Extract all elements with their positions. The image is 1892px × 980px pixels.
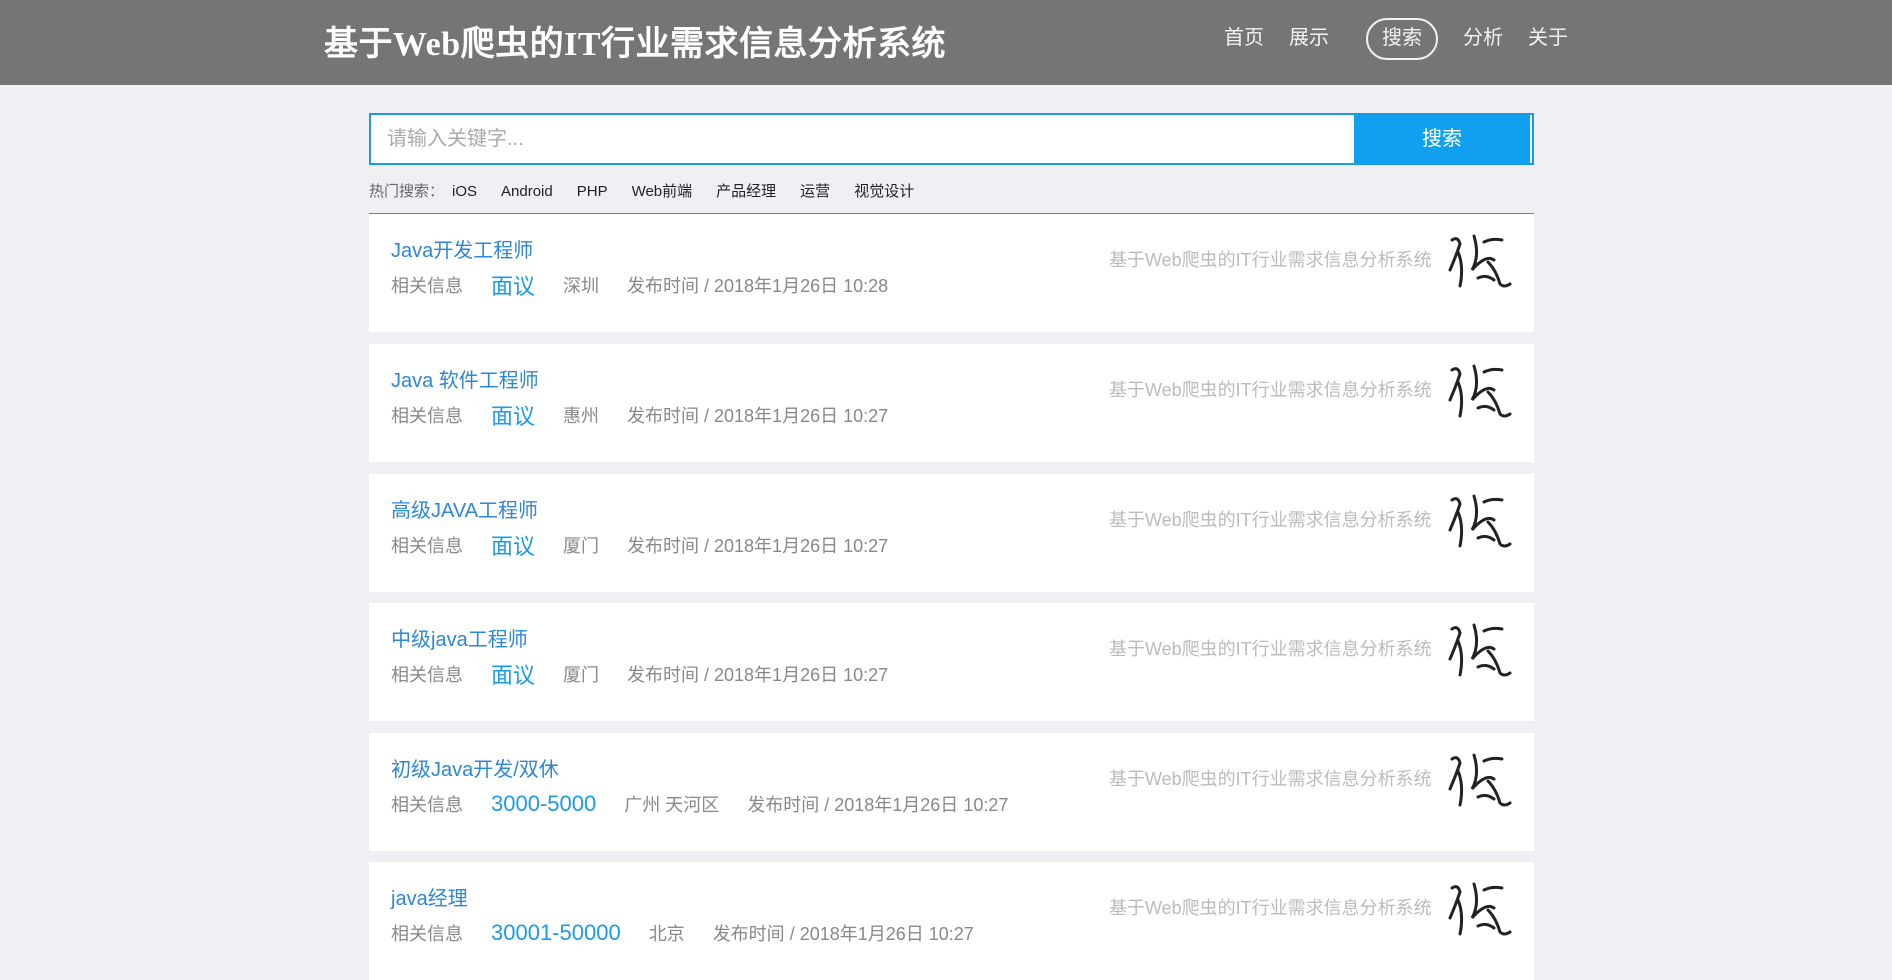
publish-date: 发布时间 / 2018年1月26日 10:27 — [627, 665, 889, 685]
nav-about[interactable]: 关于 — [1528, 19, 1568, 57]
job-card[interactable]: java经理 相关信息 30001-50000 北京 发布时间 / 2018年1… — [369, 862, 1534, 980]
salary: 面议 — [491, 534, 536, 559]
site-title[interactable]: 基于Web爬虫的IT行业需求信息分析系统 — [324, 16, 946, 65]
calligraphy-chen-logo-icon — [1448, 623, 1512, 677]
city: 深圳 — [563, 276, 600, 296]
hot-tag-php[interactable]: PHP — [577, 183, 608, 200]
search-button[interactable]: 搜索 — [1354, 115, 1530, 163]
salary: 面议 — [491, 404, 536, 429]
job-meta: 相关信息 面议 惠州 发布时间 / 2018年1月26日 10:27 — [391, 400, 888, 430]
publish-date: 发布时间 / 2018年1月26日 10:27 — [627, 536, 889, 556]
info-label: 相关信息 — [391, 924, 463, 944]
job-title-link[interactable]: Java开发工程师 — [391, 234, 533, 263]
job-card[interactable]: 中级java工程师 相关信息 面议 厦门 发布时间 / 2018年1月26日 1… — [369, 603, 1534, 721]
job-meta: 相关信息 30001-50000 北京 发布时间 / 2018年1月26日 10… — [391, 918, 974, 948]
job-meta: 相关信息 3000-5000 广州 天河区 发布时间 / 2018年1月26日 … — [391, 789, 1008, 819]
hot-searches-label: 热门搜索： — [369, 183, 445, 200]
hot-tag-web-frontend[interactable]: Web前端 — [632, 183, 693, 200]
publish-date: 发布时间 / 2018年1月26日 10:27 — [747, 795, 1009, 815]
info-label: 相关信息 — [391, 795, 463, 815]
search-input[interactable] — [371, 115, 1359, 163]
salary: 面议 — [491, 274, 536, 299]
company-name[interactable]: 基于Web爬虫的IT行业需求信息分析系统 — [1109, 765, 1432, 791]
job-title-link[interactable]: 初级Java开发/双休 — [391, 753, 559, 782]
company-name[interactable]: 基于Web爬虫的IT行业需求信息分析系统 — [1109, 246, 1432, 272]
calligraphy-chen-logo-icon — [1448, 882, 1512, 936]
job-card[interactable]: 初级Java开发/双休 相关信息 3000-5000 广州 天河区 发布时间 /… — [369, 733, 1534, 851]
job-title-link[interactable]: 高级JAVA工程师 — [391, 494, 538, 523]
info-label: 相关信息 — [391, 276, 463, 296]
calligraphy-chen-logo-icon — [1448, 753, 1512, 807]
hot-tag-operations[interactable]: 运营 — [800, 183, 830, 200]
search-bar: 搜索 — [369, 113, 1534, 165]
job-meta: 相关信息 面议 厦门 发布时间 / 2018年1月26日 10:27 — [391, 659, 888, 689]
job-card[interactable]: 高级JAVA工程师 相关信息 面议 厦门 发布时间 / 2018年1月26日 1… — [369, 474, 1534, 592]
city: 惠州 — [563, 406, 600, 426]
salary: 30001-50000 — [491, 920, 621, 945]
info-label: 相关信息 — [391, 406, 463, 426]
hot-tag-ios[interactable]: iOS — [452, 183, 477, 200]
city: 北京 — [648, 924, 685, 944]
company-name[interactable]: 基于Web爬虫的IT行业需求信息分析系统 — [1109, 506, 1432, 532]
nav-showcase[interactable]: 展示 — [1289, 19, 1329, 57]
info-label: 相关信息 — [391, 536, 463, 556]
nav-search[interactable]: 搜索 — [1366, 18, 1438, 60]
hot-tag-android[interactable]: Android — [501, 183, 553, 200]
publish-date: 发布时间 / 2018年1月26日 10:27 — [627, 406, 889, 426]
nav-analysis[interactable]: 分析 — [1463, 19, 1503, 57]
hot-tag-product-manager[interactable]: 产品经理 — [716, 183, 776, 200]
salary: 面议 — [491, 663, 536, 688]
company-name[interactable]: 基于Web爬虫的IT行业需求信息分析系统 — [1109, 635, 1432, 661]
hot-tag-visual-design[interactable]: 视觉设计 — [854, 183, 914, 200]
publish-date: 发布时间 / 2018年1月26日 10:27 — [712, 924, 974, 944]
job-title-link[interactable]: 中级java工程师 — [391, 623, 528, 652]
calligraphy-chen-logo-icon — [1448, 364, 1512, 418]
calligraphy-chen-logo-icon — [1448, 494, 1512, 548]
publish-date: 发布时间 / 2018年1月26日 10:28 — [627, 276, 889, 296]
city: 厦门 — [563, 536, 600, 556]
company-name[interactable]: 基于Web爬虫的IT行业需求信息分析系统 — [1109, 894, 1432, 920]
job-meta: 相关信息 面议 厦门 发布时间 / 2018年1月26日 10:27 — [391, 530, 888, 560]
job-card[interactable]: Java 软件工程师 相关信息 面议 惠州 发布时间 / 2018年1月26日 … — [369, 344, 1534, 462]
company-name[interactable]: 基于Web爬虫的IT行业需求信息分析系统 — [1109, 376, 1432, 402]
city: 广州 天河区 — [624, 795, 720, 815]
job-title-link[interactable]: java经理 — [391, 882, 468, 911]
city: 厦门 — [563, 665, 600, 685]
info-label: 相关信息 — [391, 665, 463, 685]
job-meta: 相关信息 面议 深圳 发布时间 / 2018年1月26日 10:28 — [391, 270, 888, 300]
job-title-link[interactable]: Java 软件工程师 — [391, 364, 539, 393]
job-card[interactable]: Java开发工程师 相关信息 面议 深圳 发布时间 / 2018年1月26日 1… — [369, 214, 1534, 332]
salary: 3000-5000 — [491, 791, 597, 816]
hot-searches: 热门搜索： iOS Android PHP Web前端 产品经理 运营 视觉设计 — [369, 180, 914, 200]
nav-home[interactable]: 首页 — [1224, 19, 1264, 57]
top-header: 基于Web爬虫的IT行业需求信息分析系统 首页 展示 搜索 分析 关于 — [0, 0, 1892, 85]
calligraphy-chen-logo-icon — [1448, 234, 1512, 288]
